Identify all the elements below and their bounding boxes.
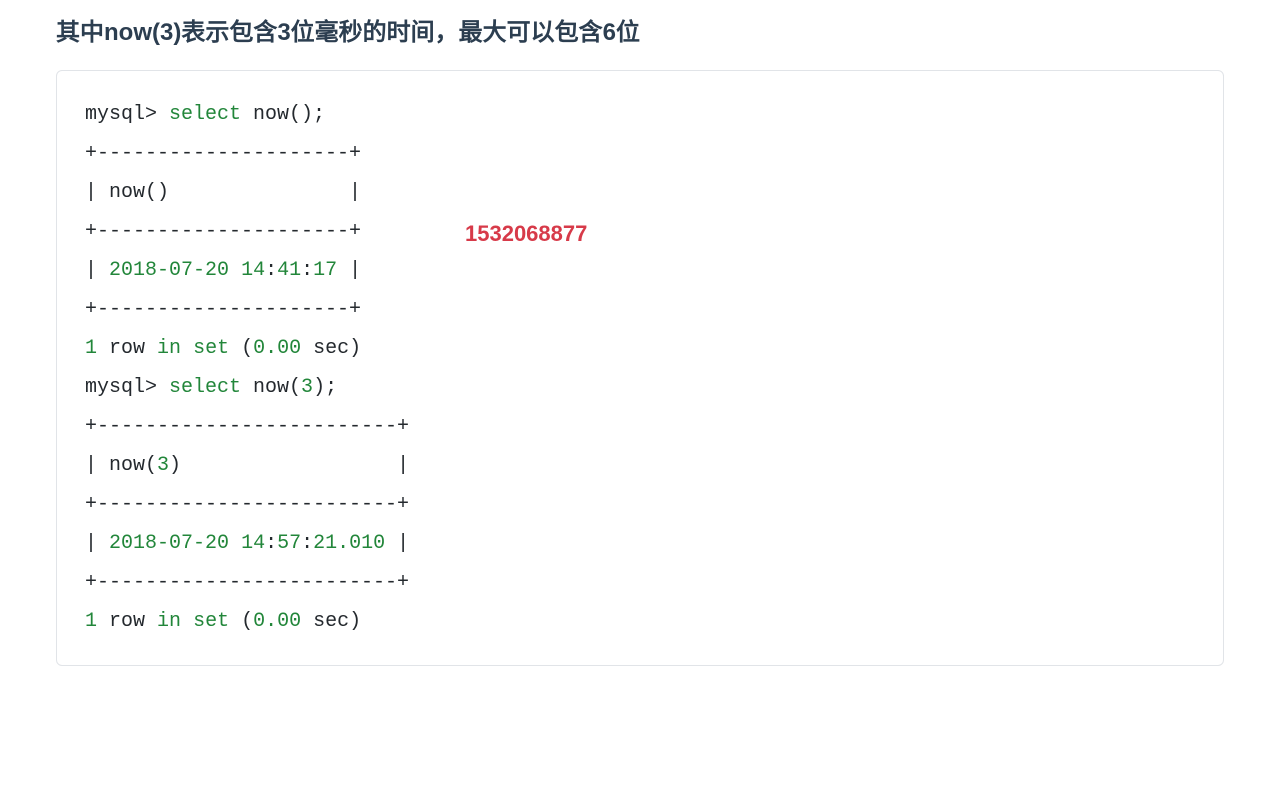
code-text: row xyxy=(97,337,157,360)
time-value: 14 xyxy=(241,259,265,282)
number-value: 1 xyxy=(85,610,97,633)
section-heading: 其中now(3)表示包含3位毫秒的时间，最大可以包含6位 xyxy=(0,0,1280,70)
prompt-text: mysql> xyxy=(85,376,169,399)
keyword-in: in xyxy=(157,337,181,360)
code-text: : xyxy=(265,532,277,555)
code-line: +---------------------+ xyxy=(85,212,1195,251)
code-text xyxy=(229,532,241,555)
code-line: +---------------------+ xyxy=(85,290,1195,329)
keyword-select: select xyxy=(169,103,241,126)
code-text: ) | xyxy=(169,454,409,477)
number-value: 1 xyxy=(85,337,97,360)
code-line: mysql> select now(3); xyxy=(85,368,1195,407)
code-line: +---------------------+ xyxy=(85,134,1195,173)
code-text xyxy=(181,610,193,633)
code-line: 1 row in set (0.00 sec) xyxy=(85,602,1195,641)
code-text: row xyxy=(97,610,157,633)
code-text: ( xyxy=(229,610,253,633)
keyword-in: in xyxy=(157,610,181,633)
code-text xyxy=(229,259,241,282)
code-text: sec) xyxy=(301,610,361,633)
time-value: 57 xyxy=(277,532,301,555)
code-text: | xyxy=(85,259,109,282)
code-line: | now() | xyxy=(85,173,1195,212)
code-block: 1532068877 mysql> select now(); +-------… xyxy=(56,70,1224,666)
time-value: 41 xyxy=(277,259,301,282)
code-line: +-------------------------+ xyxy=(85,407,1195,446)
keyword-select: select xyxy=(169,376,241,399)
number-value: 3 xyxy=(301,376,313,399)
code-line: +-------------------------+ xyxy=(85,485,1195,524)
code-text: | xyxy=(337,259,361,282)
timestamp-annotation: 1532068877 xyxy=(465,213,587,256)
code-line: | now(3) | xyxy=(85,446,1195,485)
number-value: 3 xyxy=(157,454,169,477)
date-value: 2018-07-20 xyxy=(109,259,229,282)
code-text: | xyxy=(85,532,109,555)
code-text: ( xyxy=(229,337,253,360)
number-value: 0.00 xyxy=(253,337,301,360)
time-value: 14 xyxy=(241,532,265,555)
code-line: | 2018-07-20 14:41:17 | xyxy=(85,251,1195,290)
keyword-set: set xyxy=(193,337,229,360)
code-text: sec) xyxy=(301,337,361,360)
date-value: 2018-07-20 xyxy=(109,532,229,555)
code-text: ); xyxy=(313,376,337,399)
time-value: 21.010 xyxy=(313,532,385,555)
code-text: : xyxy=(301,532,313,555)
code-text xyxy=(181,337,193,360)
code-text: : xyxy=(265,259,277,282)
code-line: +-------------------------+ xyxy=(85,563,1195,602)
time-value: 17 xyxy=(313,259,337,282)
code-line: | 2018-07-20 14:57:21.010 | xyxy=(85,524,1195,563)
code-line: 1 row in set (0.00 sec) xyxy=(85,329,1195,368)
code-text: | xyxy=(385,532,409,555)
code-text: now( xyxy=(241,376,301,399)
code-text: | now( xyxy=(85,454,157,477)
code-text: : xyxy=(301,259,313,282)
prompt-text: mysql> xyxy=(85,103,169,126)
code-line: mysql> select now(); xyxy=(85,95,1195,134)
code-text: now(); xyxy=(241,103,325,126)
number-value: 0.00 xyxy=(253,610,301,633)
keyword-set: set xyxy=(193,610,229,633)
